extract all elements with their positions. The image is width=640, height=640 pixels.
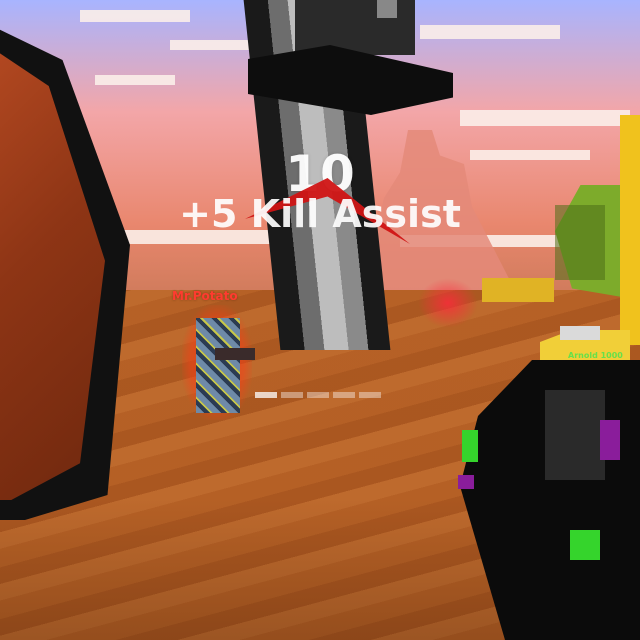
kill-assist-reward: +5 Kill Assist (179, 192, 461, 236)
giant-sword-pommel (377, 0, 397, 18)
enemy-nametag: Mr.Potato (172, 289, 238, 303)
enemy-player[interactable] (196, 318, 240, 413)
crosshair-segment (307, 392, 329, 398)
cactus-shadow (555, 205, 605, 280)
crosshair-segment (333, 392, 355, 398)
giant-sword-grip (295, 0, 415, 55)
cloud (460, 110, 630, 126)
cloud (420, 25, 560, 39)
crosshair-segment (255, 392, 277, 398)
gold-blocks (482, 278, 554, 302)
ally-nametag: Arnold 1000 (568, 351, 623, 360)
cloud (170, 40, 260, 50)
weapon-purple-light (600, 420, 620, 460)
crosshair-segment (281, 392, 303, 398)
weapon-green-light (570, 530, 600, 560)
weapon-scope (560, 326, 600, 340)
cloud (80, 10, 190, 22)
weapon-green-light (462, 430, 478, 462)
distant-enemy[interactable] (418, 278, 478, 328)
weapon-panel (545, 390, 605, 480)
weapon-purple-light (458, 475, 474, 489)
gold-pillar (620, 115, 640, 345)
crosshair (255, 392, 385, 400)
game-scene[interactable]: Mr.Potato Arnold 1000 10 +5 Kill Assist (0, 0, 640, 640)
enemy-weapon (215, 348, 255, 360)
cloud (95, 75, 175, 85)
cloud (470, 150, 590, 160)
crosshair-segment (359, 392, 381, 398)
